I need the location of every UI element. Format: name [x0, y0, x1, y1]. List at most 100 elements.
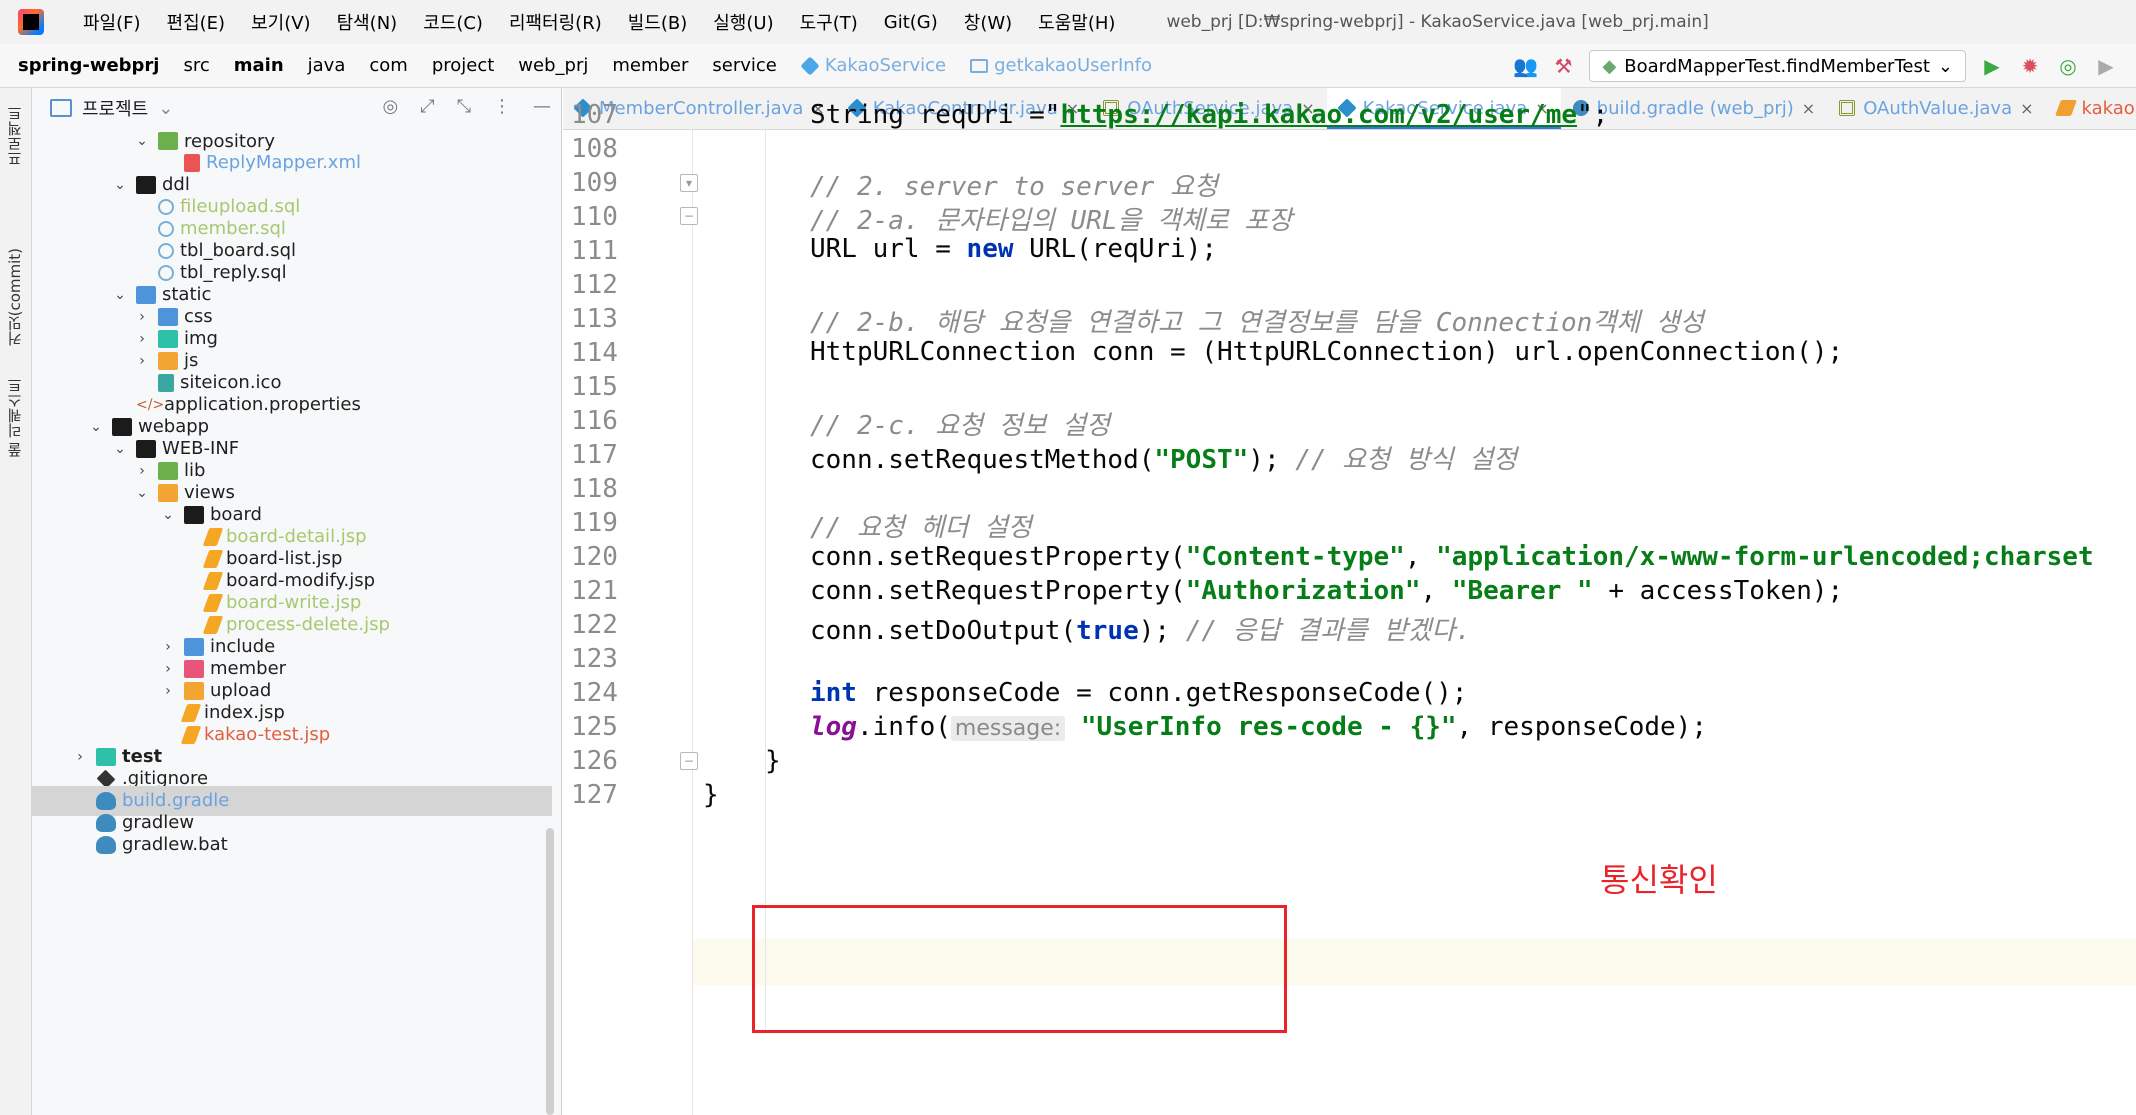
intellij-logo-icon[interactable]: [18, 9, 44, 35]
keyword: true: [1076, 616, 1139, 646]
editor-tab[interactable]: OAuthValue.java ×: [1827, 88, 2045, 129]
close-tab-icon[interactable]: ×: [2020, 99, 2033, 118]
line-number[interactable]: 124: [571, 678, 641, 708]
chevron-down-icon[interactable]: ⌄: [112, 287, 128, 303]
line-number[interactable]: 110: [571, 202, 641, 232]
run-configuration-label: BoardMapperTest.findMemberTest: [1624, 55, 1930, 77]
run-configuration-select[interactable]: ◆ BoardMapperTest.findMemberTest ⌄: [1589, 50, 1966, 82]
chevron-right-icon[interactable]: ›: [134, 353, 150, 369]
line-number[interactable]: 114: [571, 338, 641, 368]
line-number[interactable]: 115: [571, 372, 641, 402]
line-number[interactable]: 107: [571, 100, 641, 130]
code-line-124: int responseCode = conn.getResponseCode(…: [810, 678, 1467, 708]
line-number[interactable]: 109: [571, 168, 641, 198]
tool-tab-pull-requests[interactable]: 풀 리퀘스트: [4, 378, 25, 458]
code-line-119: // 요청 헤더 설정: [810, 513, 1032, 543]
debug-icon[interactable]: ✹: [2018, 54, 2042, 78]
fold-marker-icon[interactable]: −: [680, 207, 698, 225]
chevron-right-icon[interactable]: ›: [160, 639, 176, 655]
chevron-right-icon[interactable]: ›: [134, 331, 150, 347]
line-number[interactable]: 108: [571, 134, 641, 164]
annotation-label: 통신확인: [1600, 861, 1718, 899]
fold-marker-icon[interactable]: −: [680, 752, 698, 770]
run-icon[interactable]: ▶: [1980, 54, 2004, 78]
options-icon[interactable]: ⋮: [493, 96, 511, 117]
url-string[interactable]: https://kapi.kakao.com/v2/user/me: [1060, 100, 1577, 130]
hide-icon[interactable]: —: [533, 96, 551, 117]
chevron-down-icon[interactable]: ⌄: [134, 133, 150, 149]
line-number[interactable]: 126: [571, 746, 641, 776]
line-number[interactable]: 118: [571, 474, 641, 504]
tool-tab-commit[interactable]: 커밋(commit): [4, 248, 25, 346]
coverage-icon[interactable]: ◎: [2056, 54, 2080, 78]
editor-tab[interactable]: kakao-test.jsp×: [2046, 88, 2136, 129]
menu-edit[interactable]: 편집(E): [154, 9, 239, 35]
tree-item[interactable]: gradlew.bat: [32, 830, 552, 860]
breadcrumb-project[interactable]: spring-webprj: [0, 55, 171, 76]
chevron-down-icon[interactable]: ⌄: [160, 507, 176, 523]
line-number[interactable]: 121: [571, 576, 641, 606]
chevron-right-icon[interactable]: ›: [134, 309, 150, 325]
code-line-116: // 2-c. 요청 정보 설정: [810, 411, 1111, 441]
menu-help[interactable]: 도움말(H): [1025, 9, 1128, 35]
locate-icon[interactable]: ◎: [382, 96, 398, 117]
line-number[interactable]: 119: [571, 508, 641, 538]
breadcrumb-method[interactable]: getkakaoUserInfo: [958, 55, 1164, 76]
breadcrumb-service[interactable]: service: [700, 55, 788, 76]
collapse-all-icon[interactable]: ⤡: [457, 96, 471, 117]
code-line-113: // 2-b. 해당 요청을 연결하고 그 연결정보를 담을 Connectio…: [810, 308, 1704, 338]
string-literal: "Bearer ": [1451, 576, 1593, 606]
chevron-down-icon[interactable]: ⌄: [112, 177, 128, 193]
menu-build[interactable]: 빌드(B): [615, 9, 701, 35]
chevron-right-icon[interactable]: ›: [160, 683, 176, 699]
breadcrumb-web-prj[interactable]: web_prj: [506, 55, 600, 76]
line-number[interactable]: 112: [571, 270, 641, 300]
tool-tab-project[interactable]: 프로젝트: [4, 106, 25, 166]
breadcrumb-com[interactable]: com: [357, 55, 419, 76]
line-number[interactable]: 116: [571, 406, 641, 436]
breadcrumb-project-pkg[interactable]: project: [420, 55, 506, 76]
line-number[interactable]: 123: [571, 644, 641, 674]
build-hammer-icon[interactable]: ⚒: [1551, 54, 1575, 78]
menu-window[interactable]: 창(W): [951, 9, 1025, 35]
menu-tools[interactable]: 도구(T): [787, 9, 871, 35]
line-number[interactable]: 125: [571, 712, 641, 742]
menu-view[interactable]: 보기(V): [238, 9, 323, 35]
menu-navigate[interactable]: 탐색(N): [324, 9, 411, 35]
chevron-down-icon[interactable]: ⌄: [158, 98, 173, 119]
code-line-117: conn.setRequestMethod("POST"); // 요청 방식 …: [810, 439, 1517, 476]
project-scrollbar[interactable]: [546, 828, 554, 1115]
breadcrumb-src[interactable]: src: [171, 55, 221, 76]
menu-run[interactable]: 실행(U): [700, 9, 786, 35]
close-tab-icon[interactable]: ×: [1802, 99, 1815, 118]
line-number[interactable]: 111: [571, 236, 641, 266]
toolbar-right: 👥 ⚒ ◆ BoardMapperTest.findMemberTest ⌄ ▶…: [1513, 44, 2136, 88]
breadcrumb-kakao-service[interactable]: KakaoService: [789, 55, 958, 76]
chevron-down-icon[interactable]: ⌄: [112, 441, 128, 457]
chevron-right-icon[interactable]: ›: [72, 749, 88, 765]
expand-all-icon[interactable]: ⤢: [420, 96, 434, 117]
breadcrumb-java[interactable]: java: [296, 55, 358, 76]
menu-code[interactable]: 코드(C): [410, 9, 496, 35]
project-panel-title[interactable]: 프로젝트: [82, 95, 148, 121]
line-number[interactable]: 122: [571, 610, 641, 640]
line-number[interactable]: 113: [571, 304, 641, 334]
code-line-122: conn.setDoOutput(true); // 응답 결과를 받겠다.: [810, 610, 1471, 647]
profile-icon[interactable]: ▶: [2094, 54, 2118, 78]
chevron-down-icon[interactable]: ⌄: [134, 485, 150, 501]
comment: // 응답 결과를 받겠다.: [1185, 616, 1471, 646]
fold-marker-icon[interactable]: ▾: [680, 174, 698, 192]
users-icon[interactable]: 👥: [1513, 54, 1538, 78]
chevron-right-icon[interactable]: ›: [134, 463, 150, 479]
test-config-icon: ◆: [1602, 55, 1617, 77]
menu-refactor[interactable]: 리팩터링(R): [496, 9, 615, 35]
line-number[interactable]: 127: [571, 780, 641, 810]
line-number[interactable]: 120: [571, 542, 641, 572]
line-number[interactable]: 117: [571, 440, 641, 470]
menu-file[interactable]: 파일(F): [70, 9, 154, 35]
breadcrumb-main[interactable]: main: [222, 55, 296, 76]
chevron-right-icon[interactable]: ›: [160, 661, 176, 677]
breadcrumb-member[interactable]: member: [600, 55, 700, 76]
chevron-down-icon[interactable]: ⌄: [88, 419, 104, 435]
menu-git[interactable]: Git(G): [871, 12, 951, 33]
